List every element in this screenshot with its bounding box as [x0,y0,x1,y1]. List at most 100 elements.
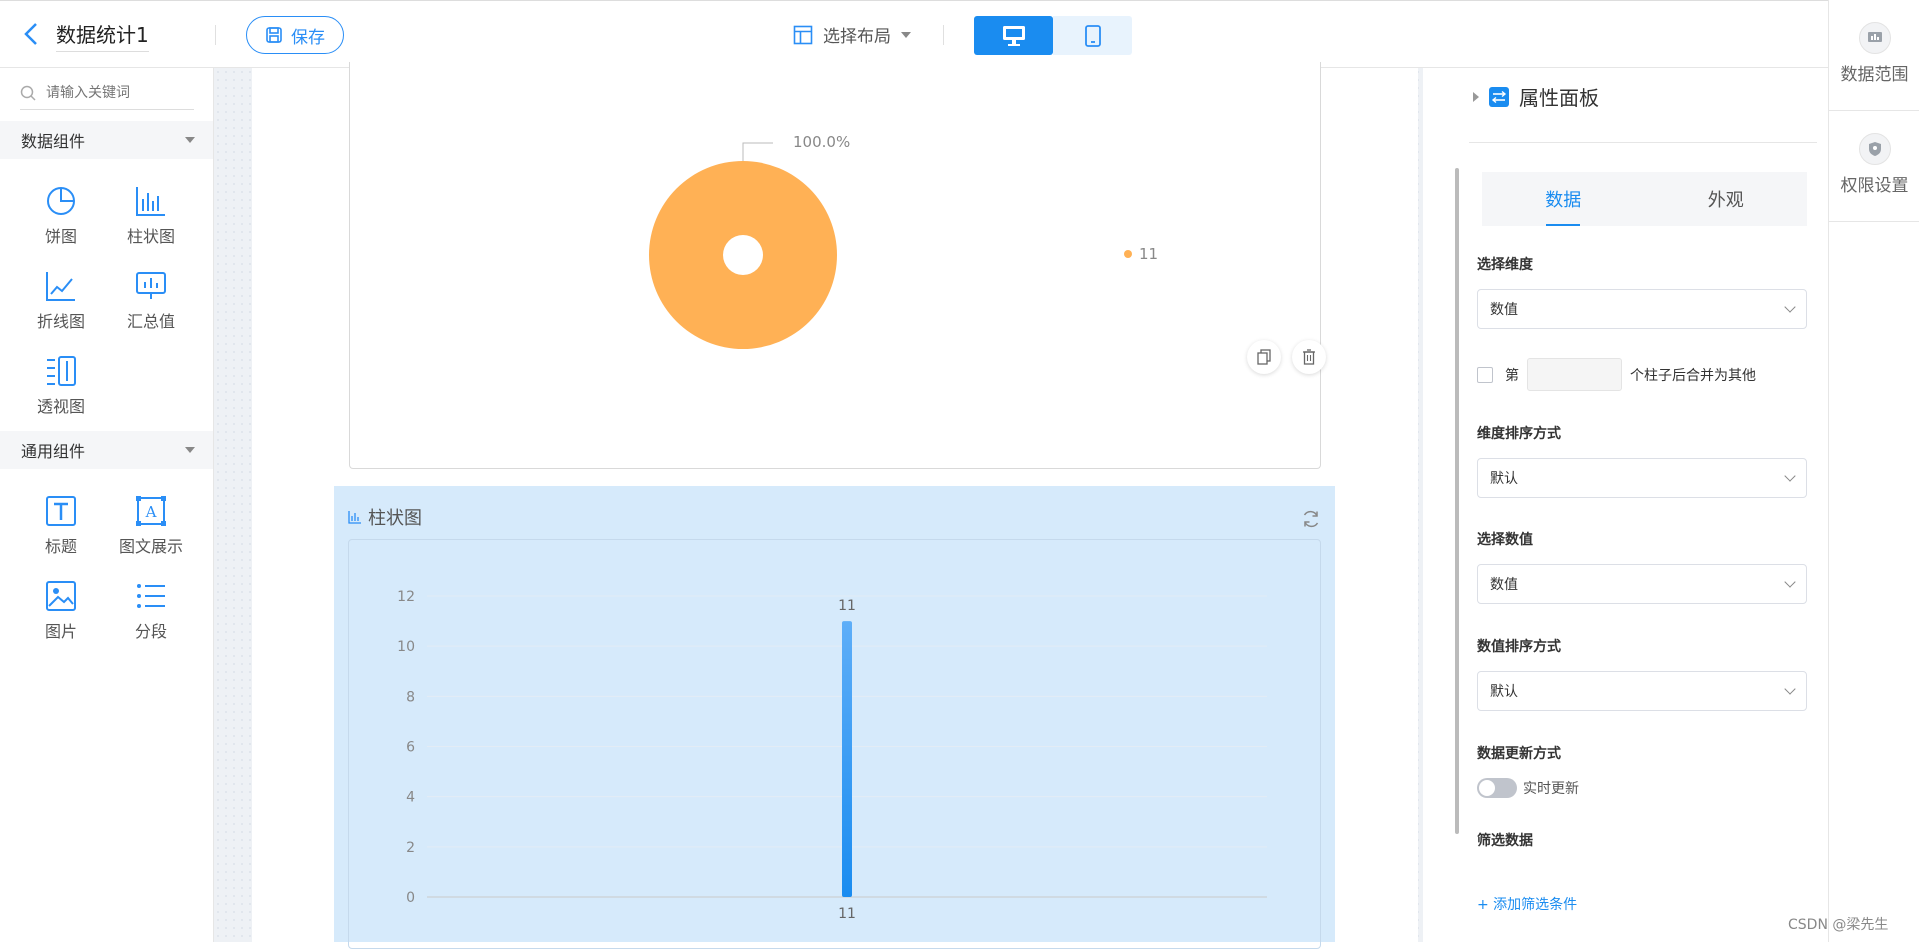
merge-count-input[interactable] [1527,358,1622,391]
image-icon [46,581,76,611]
component-label: 标题 [44,537,77,556]
divider [215,25,216,45]
value-select[interactable]: 数值 [1477,564,1807,604]
pie-chart-icon [47,187,75,215]
field-label: 选择数值 [1477,532,1533,548]
merge-checkbox[interactable] [1477,366,1493,383]
y-tick-label: 12 [397,589,415,605]
realtime-option: 实时更新 [1477,778,1579,798]
divider [1469,142,1817,143]
summary-value-icon [136,272,166,299]
select-value: 数值 [1490,577,1518,593]
select-value: 数值 [1490,302,1518,318]
component-bar[interactable]: 柱状图 [106,181,196,247]
layout-icon [793,25,813,44]
add-filter-link[interactable]: + 添加筛选条件 [1477,894,1577,914]
slice-label: 100.0% [793,133,850,151]
watermark: CSDN @梁先生 [1788,917,1889,933]
desktop-view-button[interactable] [974,16,1053,55]
copy-button[interactable] [1247,340,1281,374]
component-label: 折线图 [36,312,85,331]
group-data-components[interactable]: 数据组件 [0,121,213,159]
y-tick-label: 6 [406,740,415,756]
delete-button[interactable] [1292,340,1326,374]
leader-line [742,142,773,161]
merge-prefix: 第 [1505,367,1519,384]
tab-appearance[interactable]: 外观 [1645,172,1808,226]
save-label: 保存 [291,27,325,48]
bar-data-label: 11 [838,598,856,614]
select-value: 默认 [1490,684,1518,700]
property-panel-title: 属性面板 [1519,86,1599,110]
y-tick-label: 8 [406,689,415,705]
caret-right-icon [1473,91,1479,102]
select-value: 默认 [1490,471,1518,487]
bar-chart-icon [136,187,165,216]
group-common-components[interactable]: 通用组件 [0,431,213,469]
caret-down-icon [901,31,911,38]
chevron-down-icon [1784,301,1796,313]
top-bar: 数据统计1 保存 选择布局 [0,0,1828,68]
component-title[interactable]: 标题 [16,491,106,557]
property-panel-header[interactable]: 属性面板 [1473,82,1599,111]
component-summary[interactable]: 汇总值 [106,266,196,332]
group-title: 通用组件 [21,442,86,461]
component-label: 饼图 [44,227,77,246]
svg-text:A: A [145,503,157,521]
search-input[interactable] [44,83,184,102]
back-arrow-icon[interactable] [22,21,42,47]
save-icon [266,27,282,43]
rail-label: 数据范围 [1840,65,1909,85]
component-rich-text[interactable]: A 图文展示 [106,491,196,557]
dimension-select[interactable]: 数值 [1477,289,1807,329]
chevron-down-icon [1784,683,1796,695]
list-segment-icon [137,584,165,608]
document-title[interactable]: 数据统计1 [56,19,149,52]
component-image[interactable]: 图片 [16,576,106,642]
title-text-icon [46,496,76,526]
layout-select[interactable]: 选择布局 [793,22,911,47]
y-tick-label: 0 [406,890,415,906]
dimension-sort-select[interactable]: 默认 [1477,458,1807,498]
field-label: 数据更新方式 [1477,746,1561,762]
component-pivot[interactable]: 透视图 [16,351,106,417]
data-range-icon [1858,22,1891,54]
pie-slice [649,161,837,349]
component-pie[interactable]: 饼图 [16,181,106,247]
component-segment[interactable]: 分段 [106,576,196,642]
realtime-toggle[interactable] [1477,778,1517,798]
bar-chart-icon [348,511,361,524]
y-tick-label: 2 [406,840,415,856]
card-title-text: 柱状图 [368,508,422,529]
merge-suffix: 个柱子后合并为其他 [1630,367,1756,384]
save-button[interactable]: 保存 [246,16,344,54]
property-panel: 属性面板 数据 外观 选择维度 数值 第 个柱子后合并为其他 维度排序方式 默认… [1459,68,1828,942]
y-tick-label: 10 [397,639,415,655]
tab-data[interactable]: 数据 [1482,172,1645,226]
device-toggle [974,16,1132,55]
rail-label: 权限设置 [1840,176,1909,196]
bar-chart-frame: 0 2 4 6 8 10 12 11 11 [348,539,1321,949]
pie-chart-card[interactable]: 100.0% 11 [349,62,1321,469]
bar-chart: 0 2 4 6 8 10 12 11 11 [397,589,1267,922]
rich-text-icon: A [136,496,166,526]
component-label: 柱状图 [126,227,175,246]
caret-down-icon [185,447,195,453]
pivot-table-icon [47,356,76,386]
chevron-down-icon [1784,470,1796,482]
rail-item-permission[interactable]: 权限设置 [1829,111,1919,222]
search-box[interactable] [20,76,194,110]
trash-icon [1303,349,1315,365]
refresh-icon[interactable] [1301,509,1321,529]
copy-icon [1257,349,1271,365]
bar-chart-card[interactable]: 柱状图 0 2 4 6 8 10 12 11 11 [334,486,1335,949]
divider [943,25,944,45]
property-tabs: 数据 外观 [1482,172,1807,226]
tablet-view-button[interactable] [1053,16,1132,55]
rail-item-data-range[interactable]: 数据范围 [1829,0,1919,111]
component-line[interactable]: 折线图 [16,266,106,332]
value-sort-select[interactable]: 默认 [1477,671,1807,711]
bar [842,621,852,897]
y-tick-label: 4 [406,790,415,806]
group-title: 数据组件 [21,132,86,151]
